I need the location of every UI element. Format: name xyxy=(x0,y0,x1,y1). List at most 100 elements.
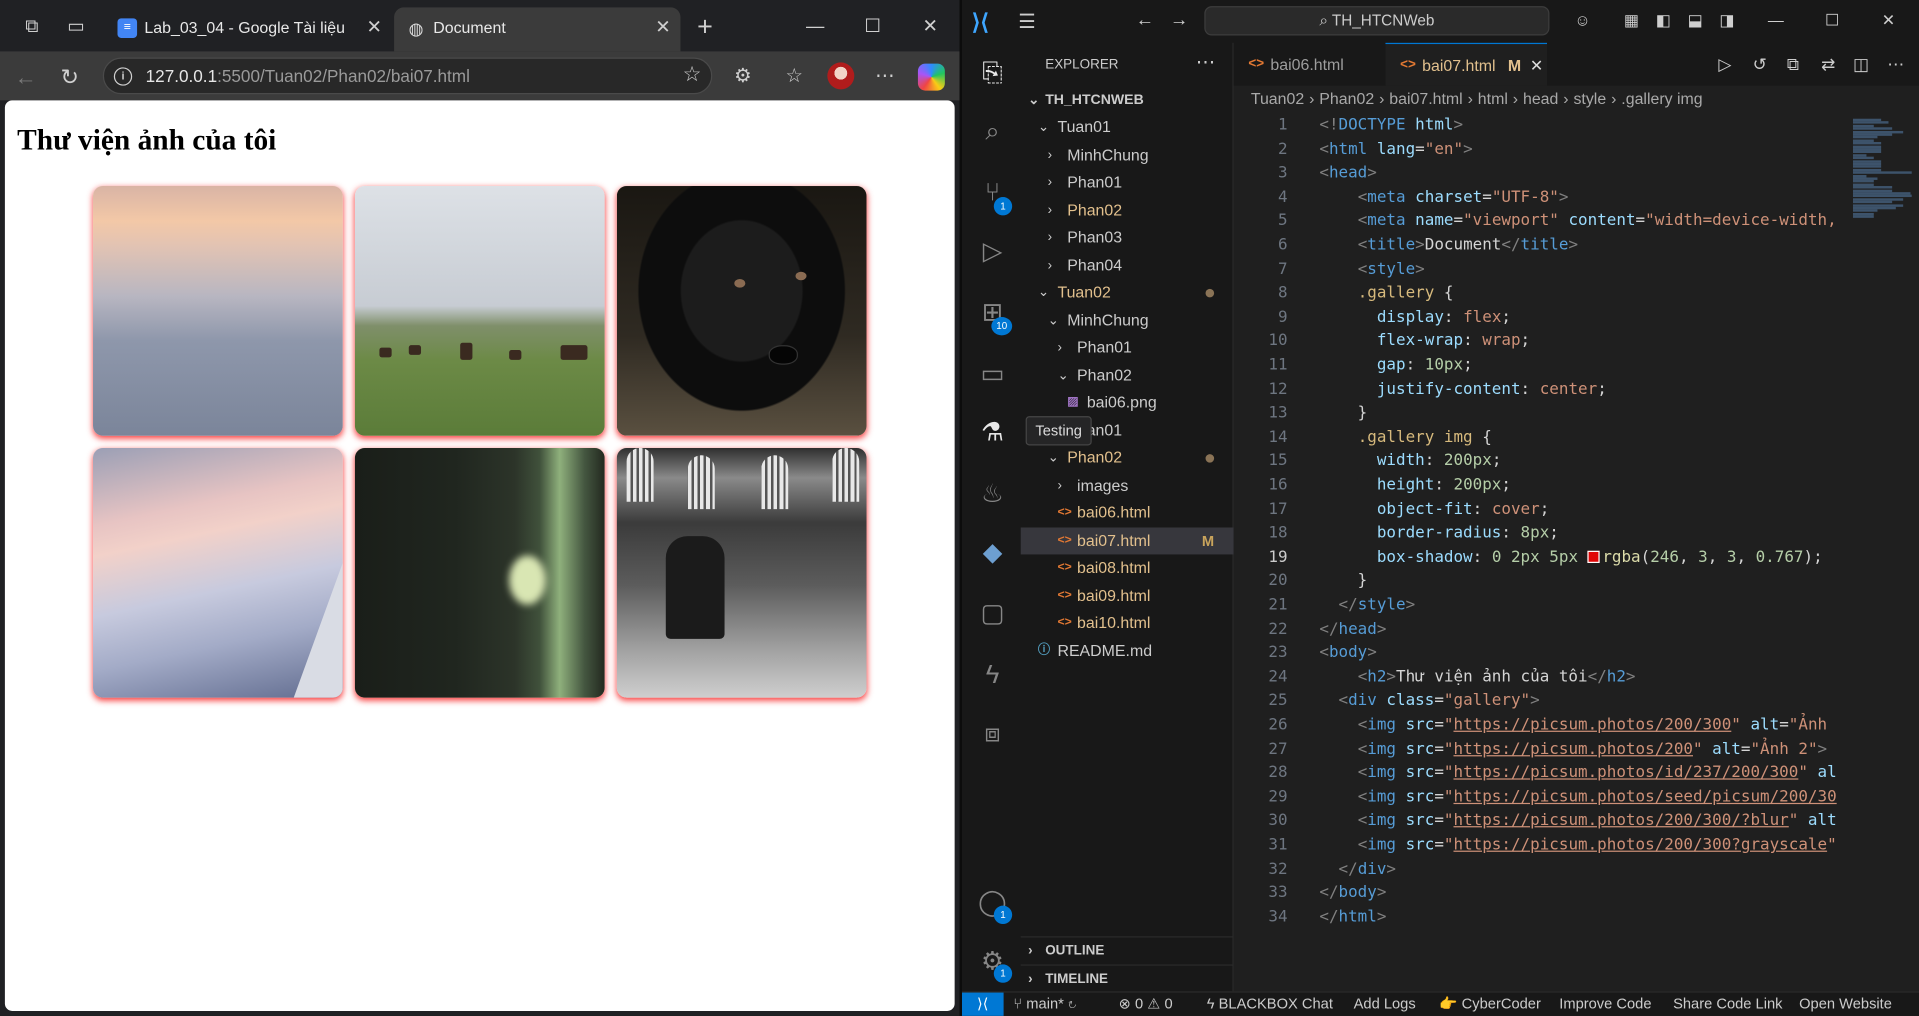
run-icon[interactable]: ▷ xyxy=(1718,54,1731,75)
back-arrow-icon[interactable]: ← xyxy=(1136,10,1154,31)
code-line[interactable]: display: flex; xyxy=(1319,306,1511,330)
status-share-code-link[interactable]: Share Code Link xyxy=(1673,993,1782,1016)
more-actions-icon[interactable]: ⋯ xyxy=(1887,54,1904,75)
copilot-icon[interactable] xyxy=(917,63,945,91)
code-line[interactable]: object-fit: cover; xyxy=(1319,498,1549,522)
tree-item[interactable]: › Phan04 xyxy=(1021,252,1234,279)
tree-item[interactable]: ⌄ Phan02 xyxy=(1021,444,1234,471)
code-line[interactable]: </style> xyxy=(1319,594,1416,618)
code-line[interactable]: } xyxy=(1319,402,1368,426)
tree-item[interactable]: ⌄ MinhChung xyxy=(1021,307,1234,334)
tree-item[interactable]: › Phan03 xyxy=(1021,224,1234,251)
tree-item[interactable]: › images xyxy=(1021,472,1234,499)
status-blackbox-chat[interactable]: ϟ BLACKBOX Chat xyxy=(1207,993,1333,1016)
minimize-icon[interactable]: — xyxy=(1765,10,1787,32)
forward-arrow-icon[interactable]: → xyxy=(1170,10,1188,31)
browser-tab-docs[interactable]: ≡ Lab_03_04 - Google Tài liệu ✕ xyxy=(105,7,391,51)
tree-item[interactable]: ▨ bai06.png xyxy=(1021,389,1234,416)
editor-tab-bai06[interactable]: <> bai06.html xyxy=(1234,43,1386,86)
code-line[interactable]: flex-wrap: wrap; xyxy=(1319,330,1530,354)
minimap[interactable] xyxy=(1848,114,1919,995)
timeline-history-icon[interactable]: ↺ xyxy=(1753,54,1767,75)
close-tab-icon[interactable]: ✕ xyxy=(655,7,670,49)
code-line[interactable]: height: 200px; xyxy=(1319,474,1511,498)
toggle-sidebar-icon[interactable]: ◧ xyxy=(1652,10,1674,32)
customize-layout-icon[interactable]: ▦ xyxy=(1620,10,1642,32)
remote-explorer-icon[interactable]: ▭ xyxy=(977,359,1009,391)
code-line[interactable]: .gallery img { xyxy=(1319,426,1492,450)
copilot-chat-icon[interactable]: ☺ xyxy=(1571,10,1593,32)
code-line[interactable]: .gallery { xyxy=(1319,282,1454,306)
tree-item[interactable]: ⓘ README.md xyxy=(1021,637,1234,664)
address-bar[interactable]: i 127.0.0.1:5500/Tuan02/Phan02/bai07.htm… xyxy=(102,57,713,95)
run-debug-icon[interactable]: ▷ xyxy=(977,236,1009,268)
lightning-icon[interactable]: ϟ xyxy=(977,660,1009,692)
code-line[interactable]: <html lang="en"> xyxy=(1319,138,1472,162)
breadcrumb-item[interactable]: .gallery img xyxy=(1621,89,1702,107)
code-line[interactable]: width: 200px; xyxy=(1319,450,1502,474)
tree-item[interactable]: › MinhChung xyxy=(1021,141,1234,168)
toggle-panel-icon[interactable]: ⬓ xyxy=(1684,10,1706,32)
breadcrumb-item[interactable]: bai07.html xyxy=(1389,89,1462,107)
breadcrumb[interactable]: Tuan02 › Phan02 › bai07.html › html › head › style… xyxy=(1251,89,1708,113)
refresh-icon[interactable]: ↻ xyxy=(56,64,83,91)
tree-item[interactable]: <> bai09.html xyxy=(1021,582,1234,609)
code-line[interactable]: </body> xyxy=(1319,881,1386,905)
workspace-root[interactable]: ⌄ TH_HTCNWEB xyxy=(1021,87,1234,114)
back-icon[interactable]: ← xyxy=(12,64,39,91)
split-editor-icon[interactable]: ◫ xyxy=(1853,54,1869,75)
code-line[interactable]: <img src="https://picsum.photos/seed/pic… xyxy=(1319,785,1837,809)
timeline-section[interactable]: › TIMELINE xyxy=(1020,964,1234,991)
code-line[interactable]: <img src="https://picsum.photos/id/237/2… xyxy=(1319,761,1837,785)
code-line[interactable]: <title>Document</title> xyxy=(1319,234,1578,258)
code-line[interactable]: <head> xyxy=(1319,162,1376,186)
remote-indicator-icon[interactable]: ⟩⟨ xyxy=(961,992,1004,1016)
breadcrumb-item[interactable]: style xyxy=(1573,89,1606,107)
close-window-icon[interactable]: ✕ xyxy=(1877,10,1899,32)
python-icon[interactable]: ◆ xyxy=(977,537,1009,569)
close-window-icon[interactable]: ✕ xyxy=(918,15,942,39)
breadcrumb-item[interactable]: Tuan02 xyxy=(1251,89,1304,107)
toggle-secondary-sidebar-icon[interactable]: ◨ xyxy=(1716,10,1738,32)
command-center-search[interactable]: ⌕ TH_HTCNWeb xyxy=(1204,6,1550,36)
maximize-icon[interactable]: ☐ xyxy=(1821,10,1843,32)
favorite-star-icon[interactable]: ☆ xyxy=(683,62,702,86)
chat-icon[interactable]: ▢ xyxy=(977,598,1009,630)
status-cybercoder[interactable]: 👉 CyberCoder xyxy=(1439,993,1541,1016)
code-line[interactable]: </head> xyxy=(1319,618,1386,642)
close-tab-icon[interactable]: ✕ xyxy=(1530,44,1543,87)
code-line[interactable]: border-radius: 8px; xyxy=(1319,522,1559,546)
tree-item[interactable]: › Phan01 xyxy=(1021,169,1234,196)
code-line[interactable]: box-shadow: 0 2px 5px ■rgba(246, 3, 3, 0… xyxy=(1319,546,1823,570)
git-branch[interactable]: ⑂ main* ↻ xyxy=(1013,993,1076,1016)
containers-icon[interactable]: ⧈ xyxy=(977,718,1009,750)
more-menu-icon[interactable]: ⋯ xyxy=(871,64,898,91)
favorites-icon[interactable]: ☆ xyxy=(781,64,808,91)
vertical-tabs-icon[interactable]: ▭ xyxy=(64,15,88,39)
menu-icon[interactable]: ☰ xyxy=(1018,10,1036,34)
tree-item[interactable]: ⌄ Phan02 xyxy=(1021,362,1234,389)
tree-item[interactable]: ⌄ Tuan02 xyxy=(1021,279,1234,306)
code-line[interactable]: <img src="https://picsum.photos/200/300/… xyxy=(1319,809,1837,833)
open-preview-icon[interactable]: ⧉ xyxy=(1787,54,1799,75)
code-line[interactable]: </html> xyxy=(1319,905,1386,929)
profile-avatar[interactable] xyxy=(827,62,855,90)
explorer-icon[interactable]: ⎘ xyxy=(977,58,1009,90)
code-line[interactable]: <meta name="viewport" content="width=dev… xyxy=(1319,210,1837,234)
tree-item[interactable]: › Phan01 xyxy=(1021,334,1234,361)
lamp-icon[interactable]: ♨ xyxy=(977,479,1009,511)
code-line[interactable]: } xyxy=(1319,570,1368,594)
new-tab-icon[interactable]: + xyxy=(693,13,717,40)
tree-item[interactable]: › Phan02 xyxy=(1021,196,1234,223)
extensions-icon[interactable]: ⚙ xyxy=(729,64,756,91)
testing-flask-icon[interactable]: ⚗ xyxy=(977,417,1009,449)
tree-item[interactable]: ⌄ Tuan01 xyxy=(1021,114,1234,141)
status-open-website[interactable]: Open Website xyxy=(1799,993,1892,1016)
tree-item[interactable]: <> bai08.html xyxy=(1021,554,1234,581)
more-actions-icon[interactable]: ⋯ xyxy=(1196,50,1216,74)
site-info-icon[interactable]: i xyxy=(113,67,133,86)
code-line[interactable]: <!DOCTYPE html> xyxy=(1319,114,1463,138)
breadcrumb-item[interactable]: Phan02 xyxy=(1319,89,1374,107)
outline-section[interactable]: › OUTLINE xyxy=(1020,936,1234,963)
minimize-icon[interactable]: — xyxy=(803,15,827,39)
